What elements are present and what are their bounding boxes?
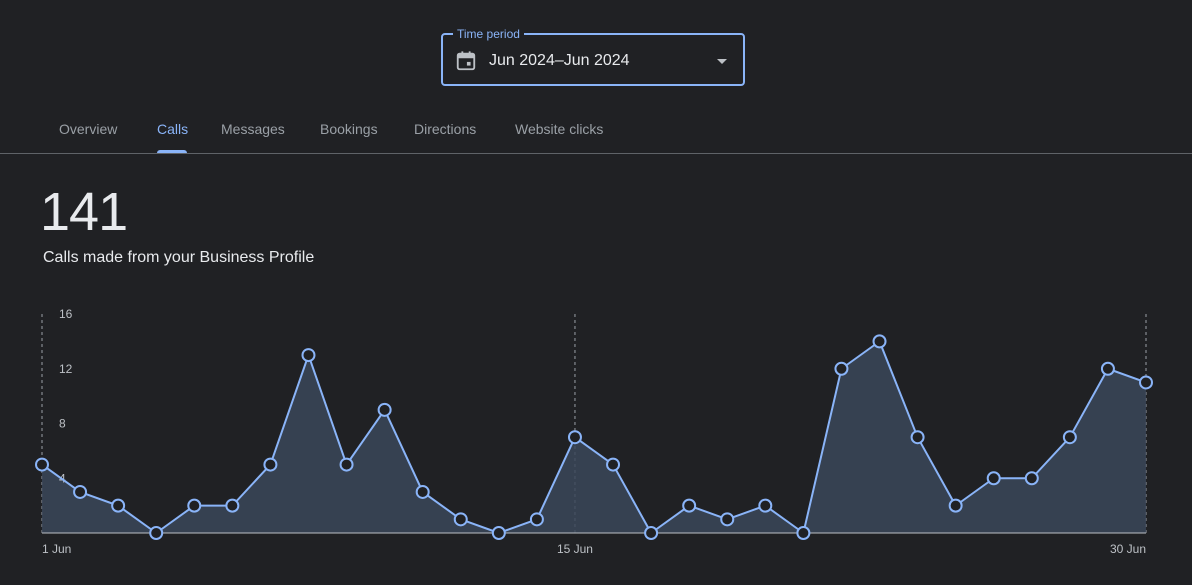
data-point bbox=[111, 498, 126, 513]
active-tab-indicator bbox=[157, 150, 187, 153]
y-tick-label: 8 bbox=[59, 417, 66, 431]
calls-area bbox=[42, 341, 1146, 533]
data-point bbox=[377, 402, 392, 417]
data-point bbox=[986, 471, 1001, 486]
x-tick-label: 1 Jun bbox=[42, 542, 71, 556]
data-point bbox=[529, 512, 544, 527]
data-point bbox=[1139, 375, 1153, 390]
data-point bbox=[834, 361, 849, 376]
data-point bbox=[1100, 361, 1115, 376]
tab-directions[interactable]: Directions bbox=[414, 120, 476, 138]
data-point bbox=[644, 526, 659, 540]
data-point bbox=[301, 348, 316, 363]
data-point bbox=[453, 512, 468, 527]
data-point bbox=[872, 334, 887, 349]
tab-messages[interactable]: Messages bbox=[221, 120, 285, 138]
tab-calls[interactable]: Calls bbox=[157, 120, 188, 138]
data-point bbox=[187, 498, 202, 513]
data-point bbox=[567, 430, 582, 445]
calls-total: 141 bbox=[40, 182, 128, 242]
tab-overview[interactable]: Overview bbox=[59, 120, 117, 138]
data-point bbox=[1024, 471, 1039, 486]
time-period-value: Jun 2024–Jun 2024 bbox=[489, 52, 630, 69]
data-point bbox=[225, 498, 240, 513]
data-point bbox=[910, 430, 925, 445]
calls-chart: 4812161 Jun 15 Jun 30 Jun bbox=[35, 307, 1153, 556]
tab-bar: Overview Calls Messages Bookings Directi… bbox=[0, 108, 1192, 154]
x-tick-label: 30 Jun bbox=[1110, 542, 1146, 556]
data-point bbox=[73, 484, 88, 499]
data-point bbox=[1062, 430, 1077, 445]
tab-website-clicks[interactable]: Website clicks bbox=[515, 120, 603, 138]
data-point bbox=[339, 457, 354, 472]
data-point bbox=[491, 526, 506, 540]
data-point bbox=[796, 526, 811, 540]
x-tick-label: 15 Jun bbox=[557, 542, 593, 556]
y-tick-label: 16 bbox=[59, 307, 73, 321]
data-point bbox=[149, 526, 164, 540]
data-point bbox=[35, 457, 49, 472]
y-tick-label: 12 bbox=[59, 362, 73, 376]
data-point bbox=[948, 498, 963, 513]
calls-caption: Calls made from your Business Profile bbox=[43, 249, 315, 266]
tab-bookings[interactable]: Bookings bbox=[320, 120, 378, 138]
data-point bbox=[720, 512, 735, 527]
data-point bbox=[263, 457, 278, 472]
calendar-icon bbox=[455, 50, 477, 72]
data-point bbox=[682, 498, 697, 513]
data-point bbox=[606, 457, 621, 472]
data-point bbox=[415, 484, 430, 499]
time-period-select[interactable]: Time period Jun 2024–Jun 2024 bbox=[441, 26, 745, 86]
time-period-label: Time period bbox=[453, 26, 524, 42]
data-point bbox=[758, 498, 773, 513]
dropdown-arrow-icon bbox=[717, 59, 727, 64]
